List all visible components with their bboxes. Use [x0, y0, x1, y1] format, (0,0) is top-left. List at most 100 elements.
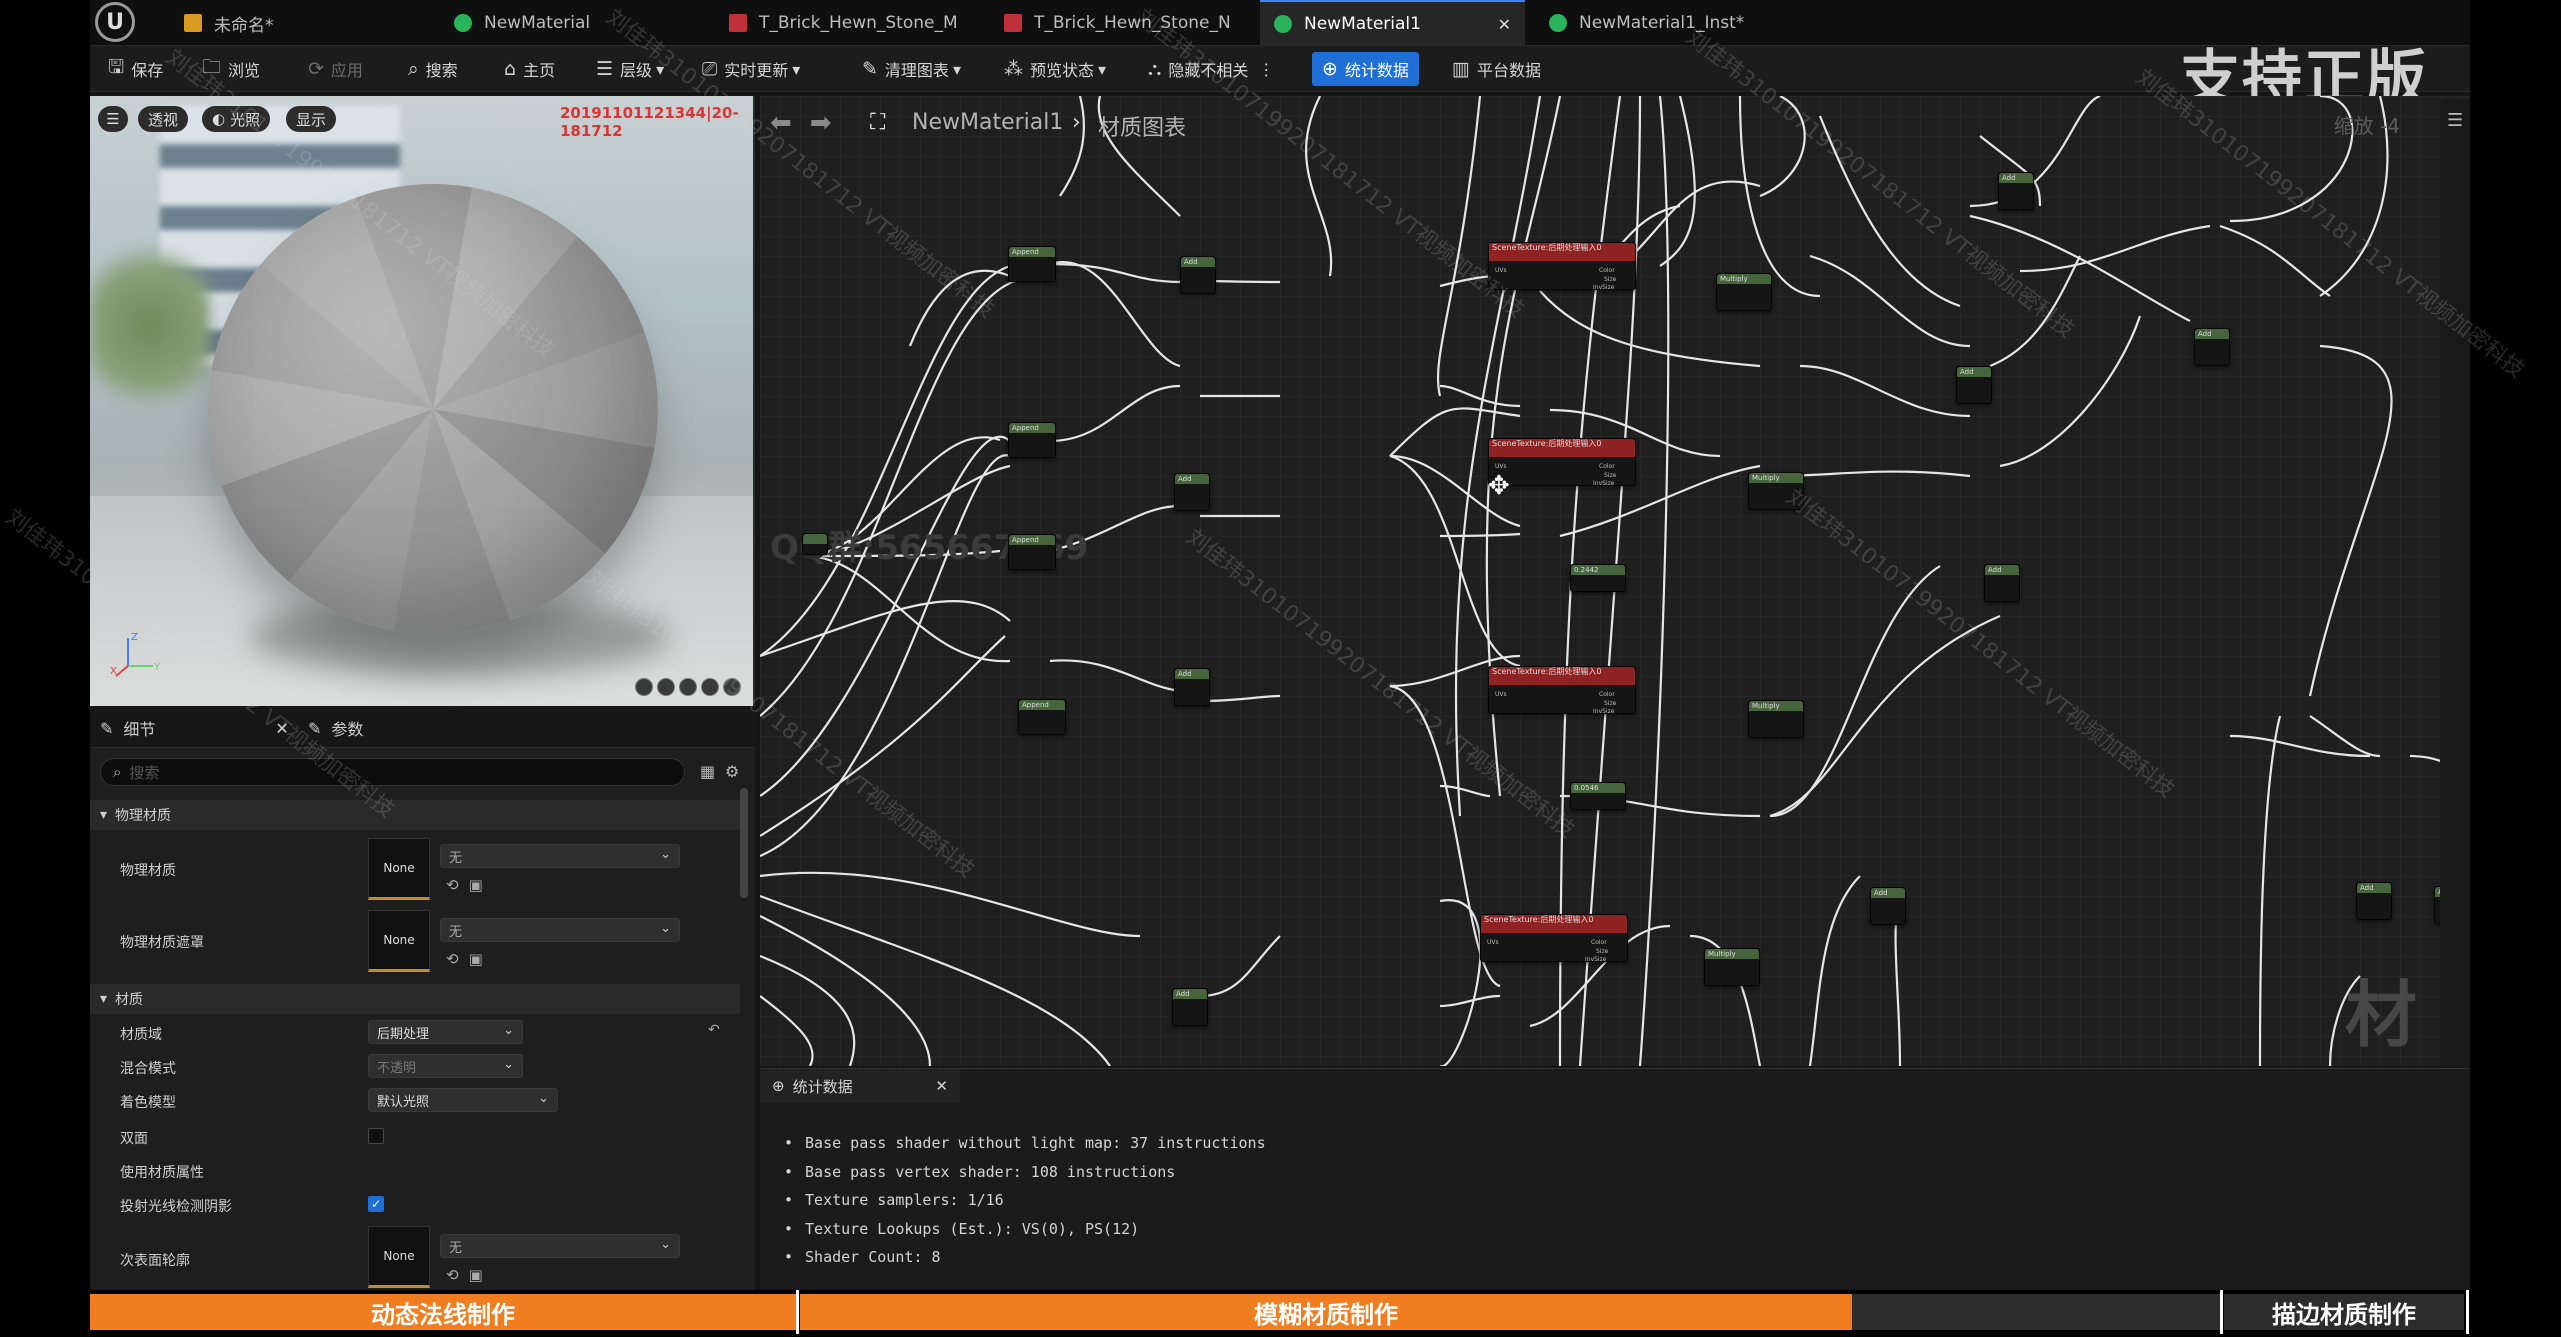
graph-node-append[interactable]: Append	[1008, 534, 1056, 570]
pin-label: InvSize	[1593, 284, 1615, 291]
graph-node-add[interactable]: Add	[1180, 256, 1216, 294]
svg-text:X: X	[110, 666, 117, 677]
close-icon[interactable]: ✕	[1498, 15, 1511, 34]
graph-node-add[interactable]: Add	[2356, 882, 2392, 920]
teapot-icon[interactable]	[723, 678, 741, 696]
graph-node-scene-texture[interactable]: SceneTexture:后期处理输入0 UVs Color Size InvS…	[1488, 438, 1636, 487]
plane-icon[interactable]	[679, 678, 697, 696]
preview-state-dropdown[interactable]: ⁂ 预览状态 ▾	[1004, 46, 1106, 92]
graph-node-add[interactable]: Add	[1870, 887, 1906, 925]
graph-node-add[interactable]: Add	[2194, 328, 2230, 366]
graph-node-add[interactable]: Add	[1998, 172, 2034, 210]
chapter-normal[interactable]: 动态法线制作	[90, 1294, 796, 1330]
chapter-blur[interactable]: 模糊材质制作	[800, 1294, 1852, 1330]
tab-newmaterial1[interactable]: NewMaterial1 ✕	[1260, 0, 1525, 46]
details-scrollbar[interactable]	[740, 788, 748, 898]
graph-node-append[interactable]: Append	[1018, 699, 1066, 735]
graph-node-input[interactable]	[802, 533, 828, 555]
tab-details[interactable]: ✎ 细节 ✕	[100, 708, 289, 748]
cast-ray-shadows-checkbox[interactable]: ✓	[368, 1196, 384, 1212]
stats-button[interactable]: ⊕ 统计数据	[1312, 52, 1419, 86]
document-tab-bar: U 未命名* NewMaterial T_Brick_Hewn_Stone_M …	[90, 0, 2470, 46]
graph-node-append[interactable]: Append	[1008, 246, 1056, 282]
graph-node-multiply[interactable]: Multiply	[1748, 700, 1804, 738]
close-icon[interactable]: ✕	[935, 1077, 948, 1095]
browse-asset-icons[interactable]: ⟲▣	[446, 950, 493, 968]
graph-node-constant[interactable]: 0.2442	[1570, 564, 1626, 592]
preview-mesh-selector[interactable]	[635, 678, 741, 696]
sphere-icon[interactable]	[657, 678, 675, 696]
browse-asset-icons[interactable]: ⟲▣	[446, 876, 493, 894]
blend-mode-combo[interactable]: 不透明 ⌄	[368, 1054, 523, 1078]
search-button[interactable]: ⌕ 搜索	[408, 46, 458, 92]
graph-node-multiply[interactable]: Multiply	[1748, 472, 1804, 510]
hierarchy-dropdown[interactable]: ☰ 层级 ▾	[596, 46, 664, 92]
viewport-menu-icon[interactable]: ☰	[98, 106, 128, 132]
details-search-input[interactable]: ⌕ 搜索	[100, 758, 685, 786]
preview-viewport[interactable]: ☰ 透视 ◐ 光照 显示 20191101121344|20-181712 Z Y…	[90, 96, 755, 706]
asset-picker-combo[interactable]: 无 ⌄	[440, 1234, 680, 1258]
tab-level[interactable]: 未命名*	[170, 0, 430, 46]
graph-node-add[interactable]: Add	[1984, 564, 2020, 602]
more-options-icon[interactable]: ⋮	[1258, 60, 1274, 79]
graph-node-constant[interactable]: 0.0546	[1570, 782, 1626, 810]
cylinder-icon[interactable]	[635, 678, 653, 696]
stats-tab[interactable]: ⊕ 统计数据 ✕	[760, 1069, 960, 1103]
graph-node-add[interactable]: Add	[1174, 473, 1210, 511]
graph-node-scene-texture[interactable]: SceneTexture:后期处理输入0 UVs Color Size InvS…	[1488, 666, 1636, 715]
browse-asset-icons[interactable]: ⟲▣	[446, 1266, 493, 1284]
platform-stats-button[interactable]: ▥ 平台数据	[1452, 46, 1541, 92]
pin-label: InvSize	[1593, 480, 1615, 487]
perspective-label: 透视	[148, 110, 179, 129]
graph-node-add[interactable]: Add	[1956, 366, 1992, 404]
home-button[interactable]: ⌂ 主页	[504, 46, 555, 92]
material-graph-canvas[interactable]: ⬅➡ ⛶ NewMaterial1 › 材质图表 缩放 -4 QQ群:56566…	[760, 96, 2470, 1066]
two-sided-checkbox[interactable]	[368, 1128, 384, 1144]
graph-node-multiply[interactable]: Multiply	[1716, 273, 1772, 311]
graph-node-append[interactable]: Append	[1008, 422, 1056, 458]
hide-unrelated-button[interactable]: ⛬ 隐藏不相关 ⋮	[1148, 46, 1274, 92]
tab-texture-n[interactable]: T_Brick_Hewn_Stone_N	[990, 0, 1255, 46]
node-title: Multiply	[1749, 701, 1803, 711]
node-title: Add	[2357, 883, 2391, 893]
asset-thumbnail[interactable]: None	[368, 1226, 430, 1288]
asset-thumbnail[interactable]: None	[368, 838, 430, 900]
palette-menu-icon[interactable]: ☰	[2447, 110, 2463, 131]
asset-thumbnail[interactable]: None	[368, 910, 430, 972]
material-domain-combo[interactable]: 后期处理 ⌄	[368, 1020, 523, 1044]
live-update-dropdown[interactable]: ⎚ 实时更新 ▾	[702, 46, 800, 92]
graph-node-scene-texture[interactable]: SceneTexture:后期处理输入0 UVs Color Size InvS…	[1488, 242, 1636, 291]
live-update-icon: ⎚	[702, 58, 718, 80]
save-button[interactable]: 🖫 保存	[108, 46, 163, 92]
tab-texture-m[interactable]: T_Brick_Hewn_Stone_M	[715, 0, 985, 46]
details-panel: ✎ 细节 ✕ ✎ 参数 ⌕ 搜索 ▦ ⚙ ▾ 物理材质 物理材质 None 无 ⌄ ⟲▣ 物…	[90, 708, 755, 1290]
perspective-button[interactable]: 透视	[138, 106, 189, 132]
graph-node-multiply[interactable]: Multiply	[1704, 948, 1760, 986]
close-icon[interactable]: ✕	[275, 719, 288, 738]
graph-node-add[interactable]: Add	[1174, 668, 1210, 706]
list-item: Base pass shader without light map: 37 i…	[784, 1129, 1266, 1158]
cube-icon[interactable]	[701, 678, 719, 696]
tab-material-instance[interactable]: NewMaterial1_Inst*	[1535, 0, 1805, 46]
reset-icon[interactable]: ↶	[708, 1022, 720, 1038]
section-physical-material[interactable]: ▾ 物理材质	[90, 800, 740, 830]
graph-node-scene-texture[interactable]: SceneTexture:后期处理输入0 UVs Color Size InvS…	[1480, 914, 1628, 963]
breadcrumb-material[interactable]: NewMaterial1	[912, 110, 1063, 135]
chapter-outline[interactable]: 描边材质制作	[2224, 1294, 2464, 1330]
unreal-logo-icon[interactable]: U	[95, 2, 135, 42]
tab-newmaterial[interactable]: NewMaterial	[440, 0, 710, 46]
shading-model-combo[interactable]: 默认光照 ⌄	[368, 1088, 558, 1112]
lit-button[interactable]: ◐ 光照	[202, 106, 271, 132]
graph-node-add[interactable]: Add	[1172, 988, 1208, 1026]
show-button[interactable]: 显示	[286, 106, 337, 132]
tab-params[interactable]: ✎ 参数	[308, 708, 363, 748]
section-material[interactable]: ▾ 材质	[90, 984, 740, 1014]
asset-picker-combo[interactable]: 无 ⌄	[440, 844, 680, 868]
table-view-icon[interactable]: ▦	[700, 762, 715, 781]
gear-icon[interactable]: ⚙	[725, 762, 739, 781]
clean-graph-dropdown[interactable]: ✎ 清理图表 ▾	[862, 46, 961, 92]
back-forward-arrows[interactable]: ⬅➡	[770, 108, 850, 138]
asset-picker-combo[interactable]: 无 ⌄	[440, 918, 680, 942]
apply-button[interactable]: ⟳ 应用	[308, 46, 363, 92]
browse-button[interactable]: 🗀 浏览	[202, 46, 260, 92]
